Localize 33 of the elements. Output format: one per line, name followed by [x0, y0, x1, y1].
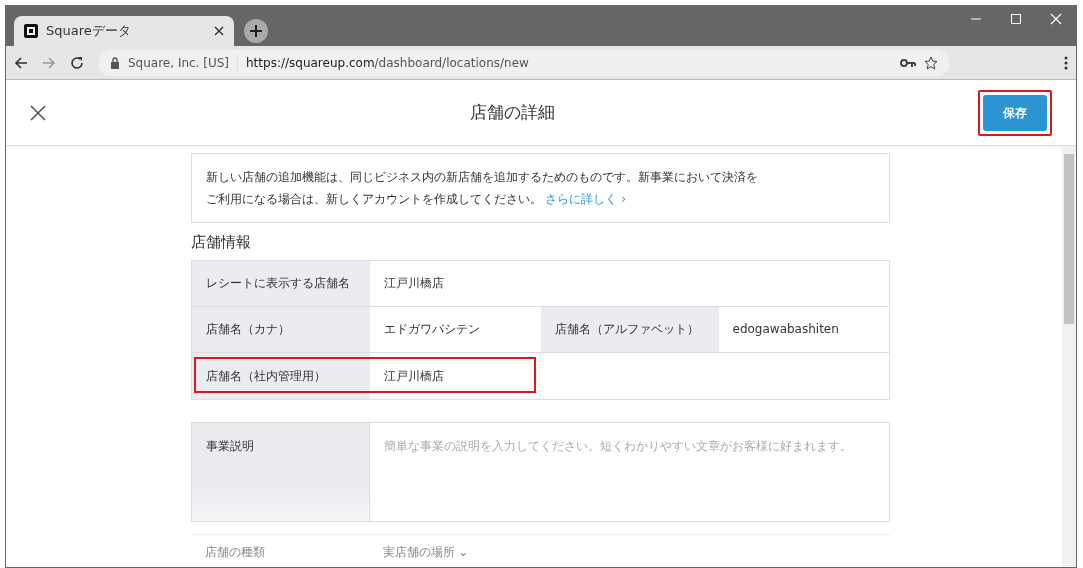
field-value: 江戸川橋店 — [382, 275, 445, 292]
section-title: 店舗情報 — [190, 232, 252, 253]
field-label: 店舗名（カナ） — [191, 306, 370, 352]
field-value: edogawabashiten — [731, 321, 840, 338]
field-value: 江戸川橋店 — [382, 367, 445, 385]
field-value: 実店舗の場所 ⌄ — [381, 543, 470, 561]
reload-icon[interactable] — [70, 55, 84, 70]
field-label: 店舗の種類 — [203, 543, 266, 561]
maximize-icon[interactable] — [1010, 13, 1022, 25]
close-icon[interactable] — [214, 26, 224, 36]
square-logo-icon — [24, 24, 38, 38]
browser-tab[interactable]: Squareデータ — [14, 16, 234, 46]
more-menu-icon[interactable] — [1064, 55, 1068, 70]
star-icon[interactable] — [924, 55, 938, 70]
close-icon[interactable] — [30, 104, 46, 121]
plus-icon — [250, 25, 262, 37]
notice-text: 新しい店舗の追加機能は、同じビジネス内の新店舗を追加するためのものです。新事業において決済をご利用になる場合は、新しくアカウントを作成してください。 さらに詳しく › — [205, 169, 759, 208]
back-arrow-icon[interactable] — [14, 55, 28, 70]
field-label: 店舗名（アルファベット） — [540, 306, 719, 352]
key-icon[interactable] — [900, 57, 916, 68]
field-label: レシートに表示する店舗名 — [191, 260, 370, 306]
address-bar[interactable]: Square, Inc. [US] https://squareup.com/dashboard/locations/new — [98, 49, 950, 76]
scrollbar[interactable] — [1062, 146, 1076, 567]
field-label: 事業説明 — [190, 421, 369, 522]
learn-more-link[interactable]: さらに詳しく › — [545, 192, 626, 206]
page-title: 店舗の詳細 — [468, 100, 556, 124]
new-tab-button[interactable] — [244, 19, 268, 43]
field-value: エドガワバシテン — [382, 321, 481, 338]
description-field[interactable]: 簡単な事業の説明を入力してください。短くわかりやすい文章がお客様に好まれます。 — [368, 421, 890, 522]
security-label: Square, Inc. [US] — [128, 54, 229, 72]
tab-title: Squareデータ — [46, 22, 132, 41]
lock-icon — [110, 56, 120, 69]
url-text: https://squareup.com/dashboard/locations/new — [237, 53, 529, 72]
